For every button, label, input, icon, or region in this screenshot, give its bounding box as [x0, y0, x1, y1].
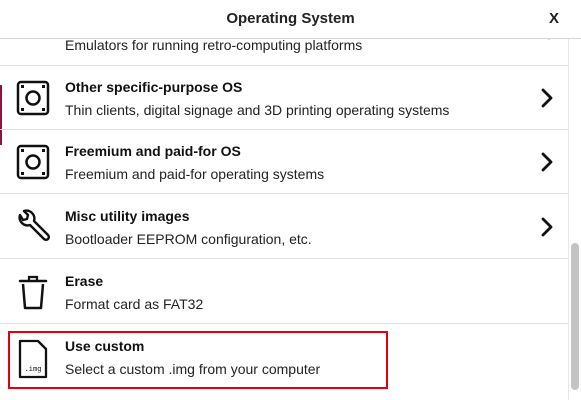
img-file-icon-label: .img [25, 365, 42, 373]
sd-card-icon [16, 144, 50, 180]
os-item-other-specific-purpose[interactable]: Other specific-purpose OS Thin clients, … [0, 66, 568, 130]
os-item-erase[interactable]: Erase Format card as FAT32 [0, 260, 568, 324]
os-item-misc-utility-images[interactable]: Misc utility images Bootloader EEPROM co… [0, 195, 568, 259]
os-item-title: Use custom [65, 338, 145, 354]
os-item-title: Misc utility images [65, 208, 190, 224]
os-item-freemium-paid[interactable]: Freemium and paid-for OS Freemium and pa… [0, 130, 568, 194]
dialog-title: Operating System [226, 10, 355, 27]
chevron-right-icon [540, 216, 554, 238]
os-item-title: Erase [65, 273, 104, 289]
trash-icon [16, 274, 50, 310]
sd-card-icon [16, 80, 50, 116]
scrollbar-thumb[interactable] [571, 243, 579, 390]
wrench-icon [16, 209, 50, 245]
operating-system-dialog: Emulators for running retro-computing pl… [0, 0, 581, 400]
os-item-description: Select a custom .img from your computer [65, 361, 321, 377]
os-item-description: Format card as FAT32 [65, 296, 204, 312]
img-file-icon: .img [16, 339, 50, 379]
os-item-title: Other specific-purpose OS [65, 79, 243, 95]
os-item-description: Thin clients, digital signage and 3D pri… [65, 102, 450, 118]
os-item-description: Freemium and paid-for operating systems [65, 166, 325, 182]
os-item-description: Emulators for running retro-computing pl… [65, 37, 363, 53]
os-item-use-custom[interactable]: .img Use custom Select a custom .img fro… [0, 325, 568, 389]
chevron-right-icon [540, 151, 554, 173]
os-list[interactable]: Emulators for running retro-computing pl… [0, 0, 568, 400]
dialog-header: Operating System X [0, 0, 581, 39]
os-item-title: Freemium and paid-for OS [65, 143, 241, 159]
os-item-description: Bootloader EEPROM configuration, etc. [65, 231, 312, 247]
chevron-right-icon [540, 87, 554, 109]
close-button[interactable]: X [549, 10, 559, 27]
